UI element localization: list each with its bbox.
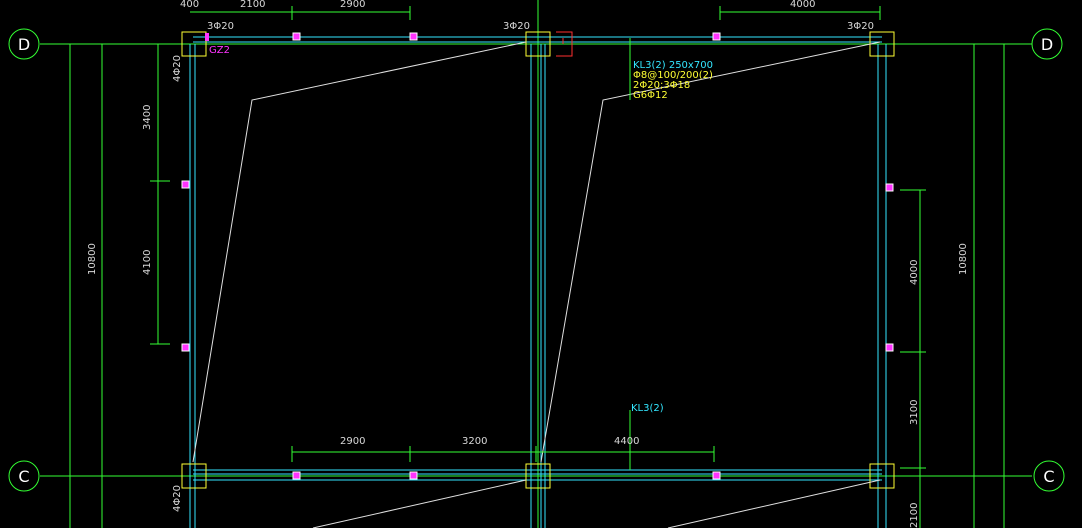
dim-top-3: 2900	[340, 0, 365, 10]
dim-right-1: 4000	[909, 260, 920, 285]
dim-top-4: 4000	[790, 0, 815, 10]
svg-text:D: D	[1041, 35, 1053, 54]
dim-left-2: 4100	[142, 250, 153, 275]
rebar-top-mid: 3Φ20	[503, 21, 530, 32]
column-tag-marker	[205, 33, 209, 41]
dim-top-2: 2100	[240, 0, 265, 10]
svg-text:C: C	[18, 467, 29, 486]
dim-top-1: 400	[180, 0, 199, 10]
dim-overall-left: 10800	[87, 243, 98, 275]
dim-bottom-3: 4400	[614, 436, 639, 447]
column-tag: GZ2	[209, 45, 230, 56]
svg-text:D: D	[18, 35, 30, 54]
rebar-left-top: 4Φ20	[172, 55, 183, 82]
rebar-left-bottom: 4Φ20	[172, 485, 183, 512]
rebar-top-left: 3Φ20	[207, 21, 234, 32]
dim-left-1: 3400	[142, 105, 153, 130]
axis-bubble-d-left: D	[8, 28, 40, 60]
beam-label-lower: KL3(2)	[631, 403, 664, 414]
dim-right-3: 2100	[909, 503, 920, 528]
rebar-top-right: 3Φ20	[847, 21, 874, 32]
dim-overall-right: 10800	[958, 243, 969, 275]
dimension-lines	[69, 6, 1005, 528]
dim-bottom-1: 2900	[340, 436, 365, 447]
beam-label-4: G6Φ12	[633, 90, 668, 101]
svg-text:C: C	[1043, 467, 1054, 486]
axis-bubble-c-left: C	[8, 460, 40, 492]
axis-bubble-c-right: C	[1033, 460, 1065, 492]
cad-drawing-canvas[interactable]: D D C C 400 2100 2900 4000 3400 4100 108…	[0, 0, 1082, 528]
dim-right-2: 3100	[909, 400, 920, 425]
dim-bottom-2: 3200	[462, 436, 487, 447]
axis-bubble-d-right: D	[1031, 28, 1063, 60]
